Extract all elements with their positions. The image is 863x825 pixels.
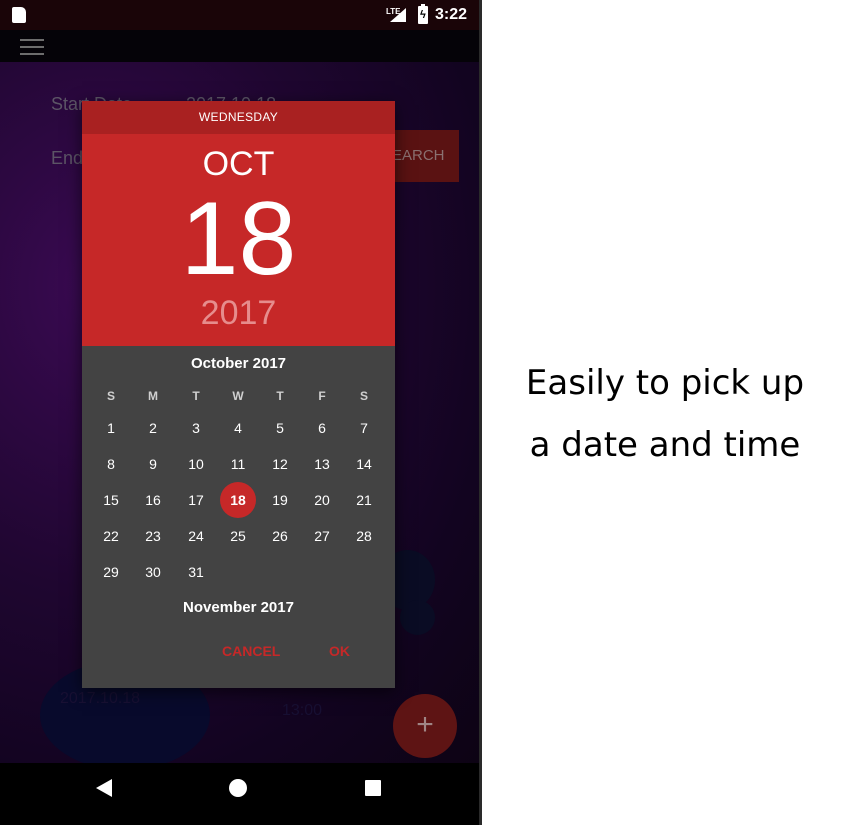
day-of-week: WEDNESDAY [82, 101, 395, 134]
calendar-day[interactable]: 4 [220, 410, 256, 446]
calendar-day[interactable]: 23 [135, 518, 171, 554]
weekday-header: T [192, 389, 200, 403]
faint-time-text: 13:00 [282, 702, 323, 719]
weekday-header: M [148, 389, 158, 403]
app-toolbar [0, 30, 479, 62]
calendar-day[interactable]: 1 [93, 410, 129, 446]
selected-month[interactable]: OCT [82, 145, 395, 184]
calendar-day[interactable]: 25 [220, 518, 256, 554]
home-icon[interactable] [229, 779, 247, 797]
ink-blot-decoration [400, 600, 435, 635]
calendar-day[interactable]: 21 [346, 482, 382, 518]
faint-date-text: 2017.10.18 [60, 690, 141, 707]
calendar-day[interactable]: 26 [262, 518, 298, 554]
calendar-day[interactable]: 6 [304, 410, 340, 446]
plus-icon: + [416, 708, 434, 741]
calendar-day[interactable]: 27 [304, 518, 340, 554]
status-time: 3:22 [435, 6, 468, 23]
calendar-day[interactable]: 28 [346, 518, 382, 554]
date-picker-dialog: WEDNESDAY OCT 18 2017 October 2017 SMTWT… [82, 101, 395, 688]
phone-edge [479, 0, 482, 825]
hamburger-menu-icon[interactable] [20, 39, 44, 55]
calendar-day[interactable]: 7 [346, 410, 382, 446]
next-month-title: November 2017 [183, 599, 294, 616]
weekday-header: S [106, 389, 115, 403]
calendar-day[interactable]: 31 [178, 554, 214, 590]
search-button-label: SEARCH [394, 147, 445, 164]
weekday-header: S [359, 389, 368, 403]
caption-line-2: a date and time [529, 425, 801, 465]
date-picker-header: WEDNESDAY OCT 18 2017 [82, 101, 395, 346]
calendar-day[interactable]: 5 [262, 410, 298, 446]
calendar-day[interactable]: 14 [346, 446, 382, 482]
calendar-day[interactable]: 9 [135, 446, 171, 482]
calendar-day[interactable]: 16 [135, 482, 171, 518]
search-button[interactable]: SEARCH [394, 130, 459, 182]
calendar-day[interactable]: 15 [93, 482, 129, 518]
calendar-day[interactable]: 2 [135, 410, 171, 446]
caption: Easily to pick up a date and time [500, 352, 830, 476]
calendar-day-selected[interactable]: 18 [220, 482, 256, 518]
calendar-day[interactable]: 8 [93, 446, 129, 482]
end-date-label: End [51, 148, 84, 168]
navigation-bar [0, 763, 479, 825]
status-bar: LTE ϟ 3:22 [0, 0, 479, 30]
calendar-month-title: October 2017 [190, 355, 287, 372]
battery-icon: ϟ [418, 4, 428, 24]
calendar-day[interactable]: 10 [178, 446, 214, 482]
phone-screen: LTE ϟ 3:22 Start Date 2017.10.18 End SEA… [0, 0, 482, 825]
calendar-day[interactable]: 13 [304, 446, 340, 482]
ok-button[interactable]: OK [329, 643, 350, 659]
calendar-day[interactable]: 30 [135, 554, 171, 590]
calendar-day[interactable]: 17 [178, 482, 214, 518]
selected-year[interactable]: 2017 [82, 294, 395, 333]
weekday-header: T [276, 389, 284, 403]
selected-day[interactable]: 18 [82, 181, 395, 297]
recents-icon[interactable] [365, 780, 381, 796]
weekday-header: F [318, 389, 326, 403]
calendar-day[interactable]: 22 [93, 518, 129, 554]
calendar-day[interactable]: 20 [304, 482, 340, 518]
calendar-day[interactable]: 3 [178, 410, 214, 446]
sd-card-icon [12, 7, 26, 23]
caption-line-1: Easily to pick up [525, 363, 805, 403]
calendar-day[interactable]: 11 [220, 446, 256, 482]
calendar-day[interactable]: 24 [178, 518, 214, 554]
calendar-day[interactable]: 29 [93, 554, 129, 590]
add-fab-button[interactable]: + [393, 694, 457, 758]
weekday-header: W [232, 389, 244, 403]
cancel-button[interactable]: CANCEL [222, 643, 280, 659]
calendar-day[interactable]: 19 [262, 482, 298, 518]
back-icon[interactable] [96, 779, 112, 797]
calendar-day[interactable]: 12 [262, 446, 298, 482]
network-type: LTE [386, 7, 401, 16]
